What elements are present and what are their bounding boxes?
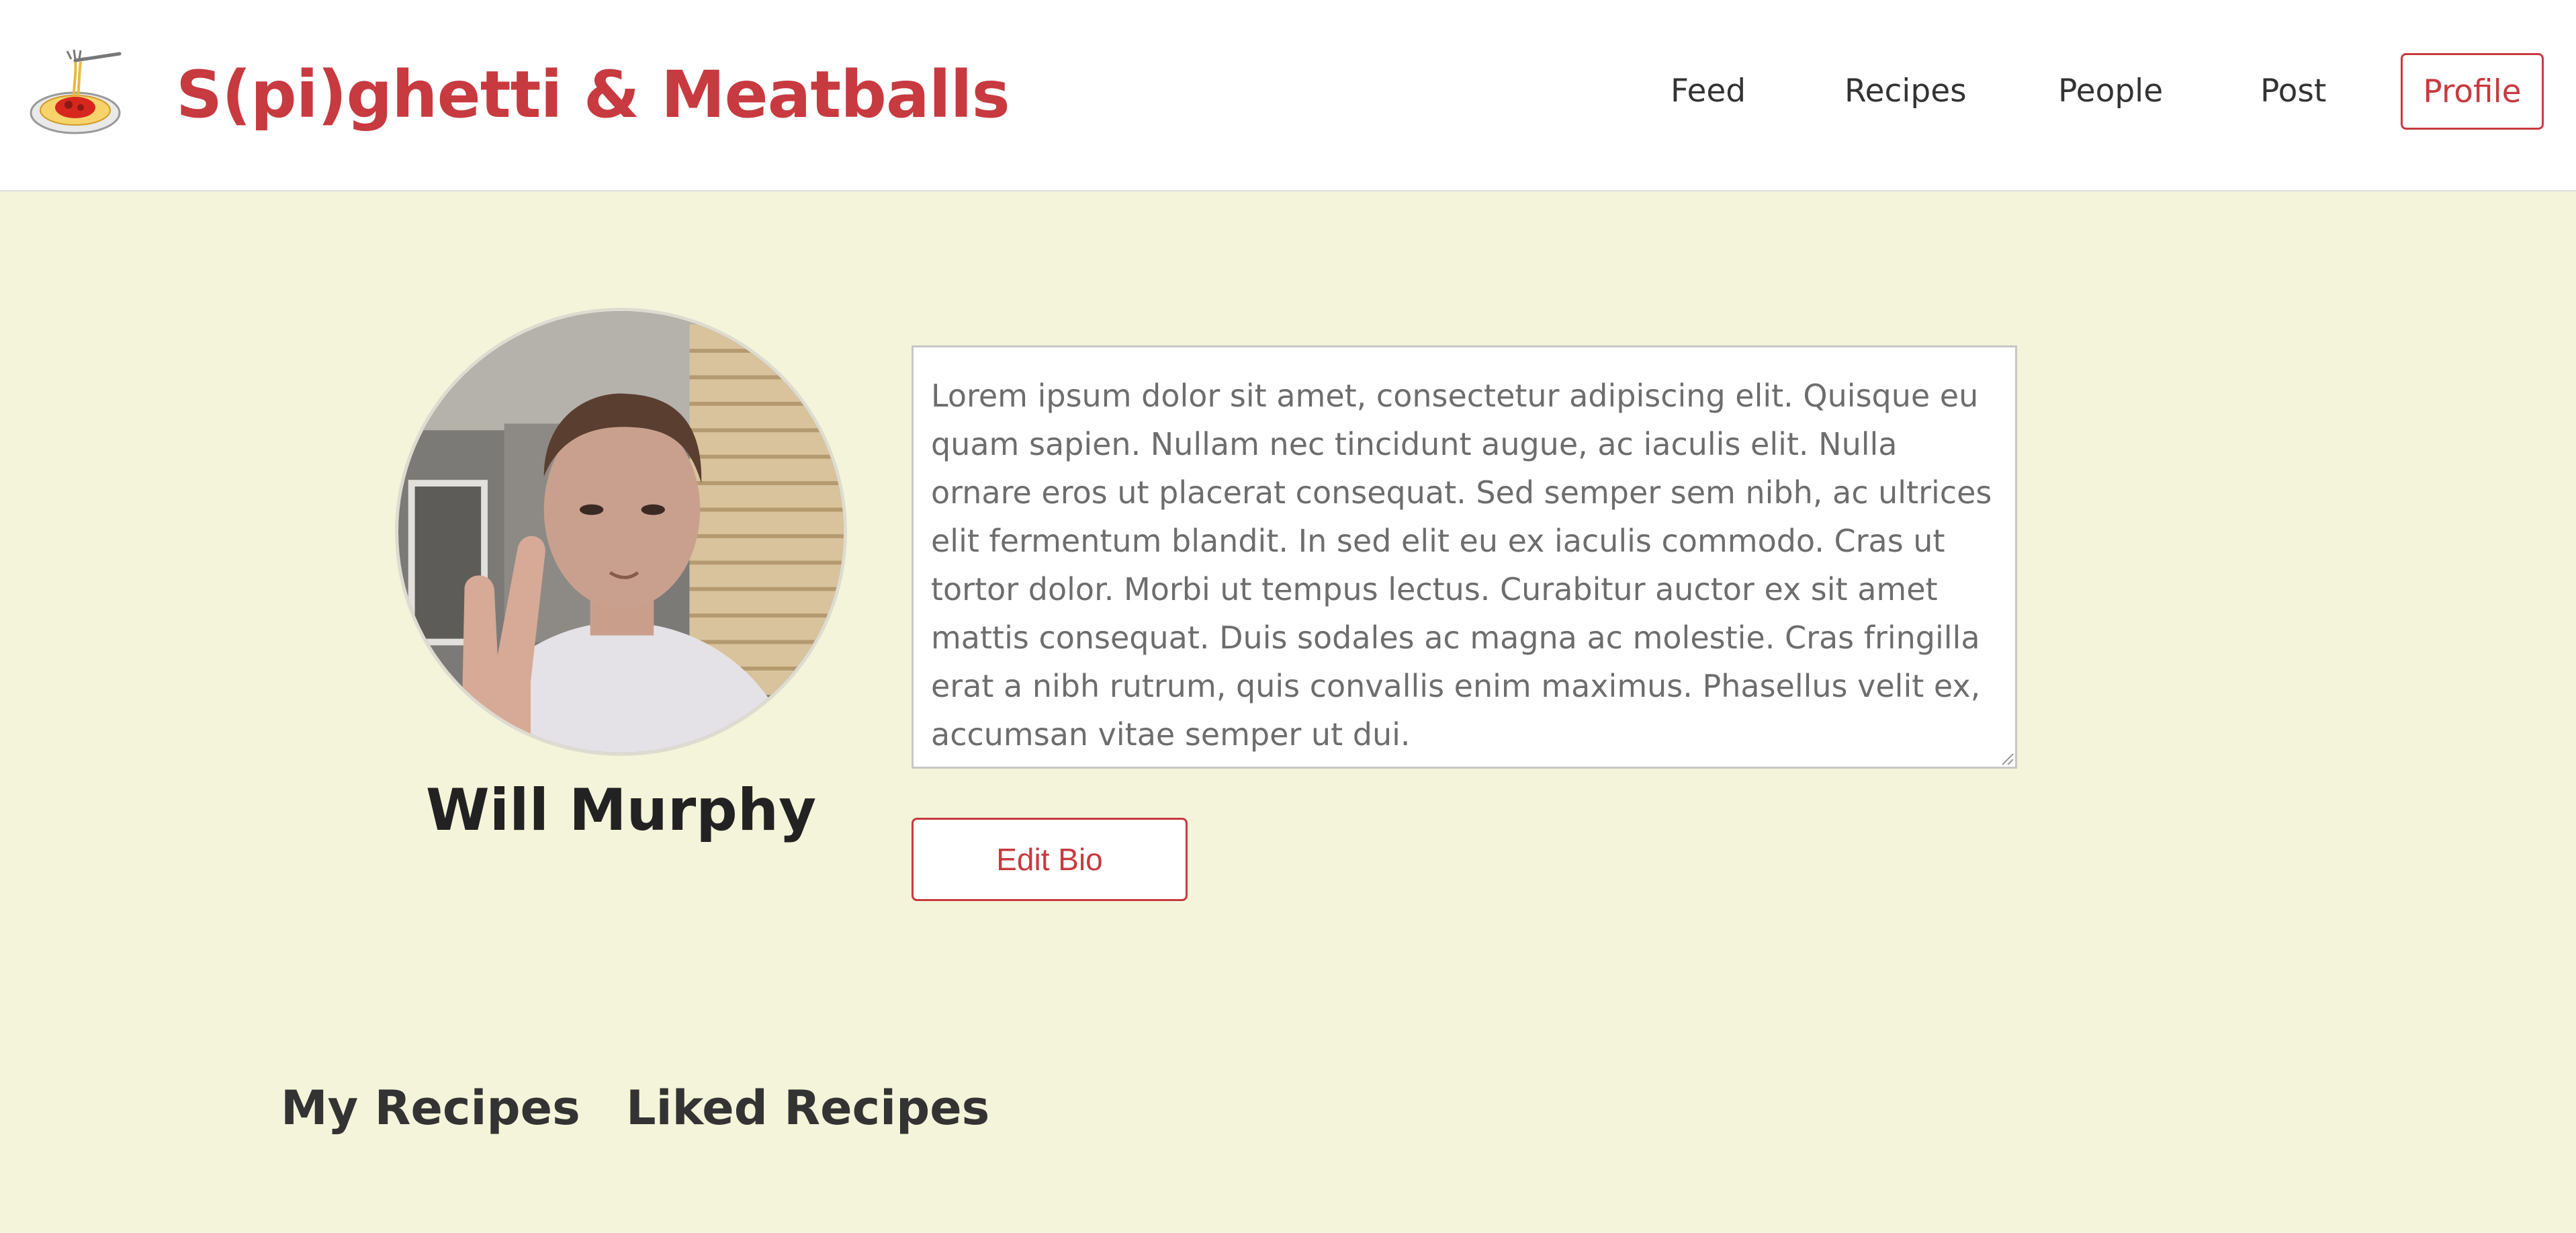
tab-liked-recipes[interactable]: Liked Recipes [626, 1080, 989, 1136]
bio-textarea[interactable]: Lorem ipsum dolor sit amet, consectetur … [912, 345, 2017, 769]
nav-recipes-link[interactable]: Recipes [1845, 73, 1967, 110]
nav-profile-button[interactable]: Profile [2401, 53, 2544, 130]
navbar: S(pi)ghetti & Meatballs Feed Recipes Peo… [0, 0, 2576, 192]
spaghetti-plate-icon[interactable] [27, 46, 128, 140]
resize-grip-icon[interactable] [1998, 750, 2014, 766]
tab-my-recipes[interactable]: My Recipes [281, 1080, 580, 1136]
edit-bio-button[interactable]: Edit Bio [912, 818, 1188, 901]
nav-people-link[interactable]: People [2058, 73, 2163, 110]
nav-feed-link[interactable]: Feed [1671, 73, 1746, 110]
avatar [395, 308, 847, 756]
nav-post-link[interactable]: Post [2260, 73, 2326, 110]
profile-photo [398, 311, 844, 753]
user-name: Will Murphy [425, 777, 817, 844]
brand-title[interactable]: S(pi)ghetti & Meatballs [176, 56, 1010, 134]
